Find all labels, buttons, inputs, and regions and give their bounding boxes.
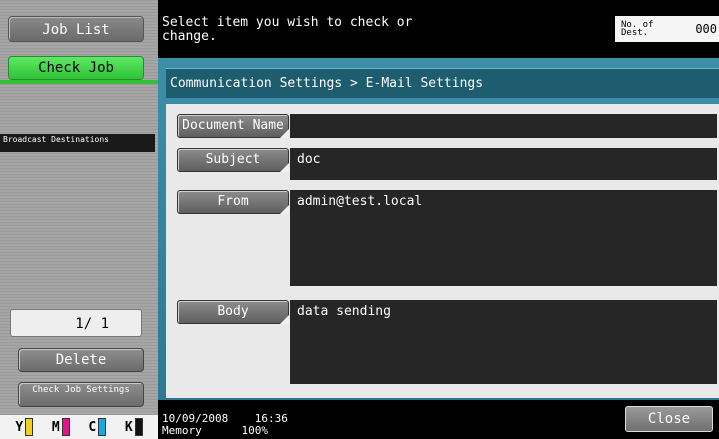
job-list-button[interactable]: Job List xyxy=(8,16,144,42)
subject-field[interactable]: doc xyxy=(290,148,717,180)
dest-count-value: 000 xyxy=(695,22,717,36)
document-name-field[interactable] xyxy=(290,114,717,138)
toner-black: K xyxy=(125,418,143,436)
toner-cyan: C xyxy=(88,418,107,436)
breadcrumb: Communication Settings > E-Mail Settings xyxy=(166,68,719,98)
toner-level-indicator: Y M C K xyxy=(0,415,158,439)
email-settings-panel: Communication Settings > E-Mail Settings… xyxy=(158,58,719,400)
memory-value: 100% xyxy=(241,424,269,437)
toner-yellow: Y xyxy=(15,418,34,436)
instruction-message: Select item you wish to check or change. xyxy=(162,15,413,44)
dest-count-label: No. of Dest. xyxy=(621,20,654,38)
toner-magenta: M xyxy=(52,418,70,436)
destination-counter: No. of Dest. 000 xyxy=(615,16,719,42)
left-sidebar: Job List Check Job Broadcast Destination… xyxy=(0,0,158,439)
status-footer: 10/09/2008 16:36 Memory 100% Close xyxy=(158,405,719,439)
body-button[interactable]: Body xyxy=(177,300,289,324)
toner-yellow-bar xyxy=(25,418,34,436)
toner-cyan-bar xyxy=(98,418,107,436)
check-job-settings-button[interactable]: Check Job Settings xyxy=(18,382,144,407)
from-button[interactable]: From xyxy=(177,190,289,214)
toner-black-bar xyxy=(134,418,143,436)
check-job-tab[interactable]: Check Job xyxy=(8,56,144,80)
email-settings-form: Document Name Subject doc From admin@tes… xyxy=(166,104,719,398)
subject-button[interactable]: Subject xyxy=(177,148,289,172)
broadcast-destinations-label: Broadcast Destinations xyxy=(0,134,155,152)
page-indicator: 1/ 1 xyxy=(10,309,142,337)
memory-label: Memory xyxy=(162,424,202,437)
close-button[interactable]: Close xyxy=(625,406,713,432)
toner-magenta-bar xyxy=(61,418,70,436)
active-tab-indicator xyxy=(0,80,158,84)
body-field[interactable]: data sending xyxy=(290,300,717,384)
delete-button[interactable]: Delete xyxy=(18,348,144,372)
document-name-button[interactable]: Document Name xyxy=(177,114,289,138)
date-memory-status: 10/09/2008 16:36 Memory 100% xyxy=(162,413,288,437)
from-field[interactable]: admin@test.local xyxy=(290,190,717,286)
